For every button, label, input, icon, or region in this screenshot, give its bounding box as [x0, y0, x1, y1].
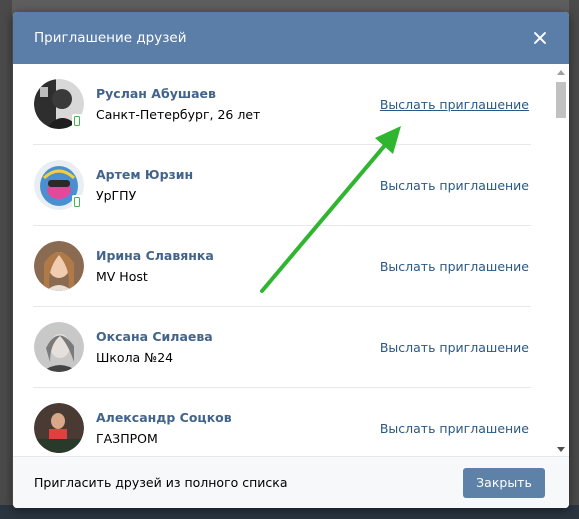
friend-name[interactable]: Руслан Абушаев [96, 86, 380, 102]
friend-info: Александр Соцков ГАЗПРОМ [96, 410, 380, 447]
friend-info: Ирина Славянка MV Host [96, 248, 380, 285]
modal-footer: Пригласить друзей из полного списка Закр… [13, 456, 569, 508]
close-icon[interactable] [531, 29, 549, 47]
friend-name[interactable]: Александр Соцков [96, 410, 380, 426]
friend-name[interactable]: Артем Юрзин [96, 167, 380, 183]
friend-row: Артем Юрзин УрГПУ Выслать приглашение [33, 145, 531, 226]
friend-list: Руслан Абушаев Санкт-Петербург, 26 лет В… [33, 64, 531, 456]
mobile-phone-icon [72, 114, 82, 128]
send-invite-link[interactable]: Выслать приглашение [380, 421, 529, 436]
friend-info: Руслан Абушаев Санкт-Петербург, 26 лет [96, 86, 380, 123]
backdrop-left-edge [0, 0, 12, 519]
invite-full-list-link[interactable]: Пригласить друзей из полного списка [34, 475, 288, 490]
send-invite-link[interactable]: Выслать приглашение [380, 97, 529, 112]
friend-subtitle: MV Host [96, 268, 148, 284]
friend-subtitle: УрГПУ [96, 187, 137, 203]
avatar[interactable] [34, 79, 84, 129]
friend-subtitle: ГАЗПРОМ [96, 430, 158, 446]
friend-row: Ирина Славянка MV Host Выслать приглашен… [33, 226, 531, 307]
send-invite-link[interactable]: Выслать приглашение [380, 259, 529, 274]
invite-friends-modal: Приглашение друзей Руслан Абушаев Санкт-… [13, 12, 569, 508]
friend-name[interactable]: Оксана Силаева [96, 329, 380, 345]
avatar[interactable] [34, 322, 84, 372]
friend-subtitle: Школа №24 [96, 349, 174, 365]
friend-row: Александр Соцков ГАЗПРОМ Выслать приглаш… [33, 388, 531, 456]
friend-name[interactable]: Ирина Славянка [96, 248, 380, 264]
modal-header: Приглашение друзей [13, 12, 569, 64]
mobile-phone-icon [72, 195, 82, 209]
scroll-up-icon[interactable] [557, 70, 565, 75]
modal-body: Руслан Абушаев Санкт-Петербург, 26 лет В… [13, 64, 569, 456]
avatar[interactable] [34, 241, 84, 291]
backdrop-right-edge [569, 0, 579, 519]
send-invite-link[interactable]: Выслать приглашение [380, 178, 529, 193]
scrollbar[interactable] [555, 68, 566, 452]
scroll-down-icon[interactable] [557, 447, 565, 452]
friend-info: Артем Юрзин УрГПУ [96, 167, 380, 204]
send-invite-link[interactable]: Выслать приглашение [380, 340, 529, 355]
avatar[interactable] [34, 160, 84, 210]
modal-title: Приглашение друзей [34, 30, 187, 46]
friend-info: Оксана Силаева Школа №24 [96, 329, 380, 366]
friend-row: Руслан Абушаев Санкт-Петербург, 26 лет В… [33, 64, 531, 145]
scroll-thumb[interactable] [556, 82, 566, 118]
avatar[interactable] [34, 403, 84, 453]
close-button[interactable]: Закрыть [463, 467, 545, 498]
friend-subtitle: Санкт-Петербург, 26 лет [96, 106, 261, 122]
friend-row: Оксана Силаева Школа №24 Выслать приглаш… [33, 307, 531, 388]
